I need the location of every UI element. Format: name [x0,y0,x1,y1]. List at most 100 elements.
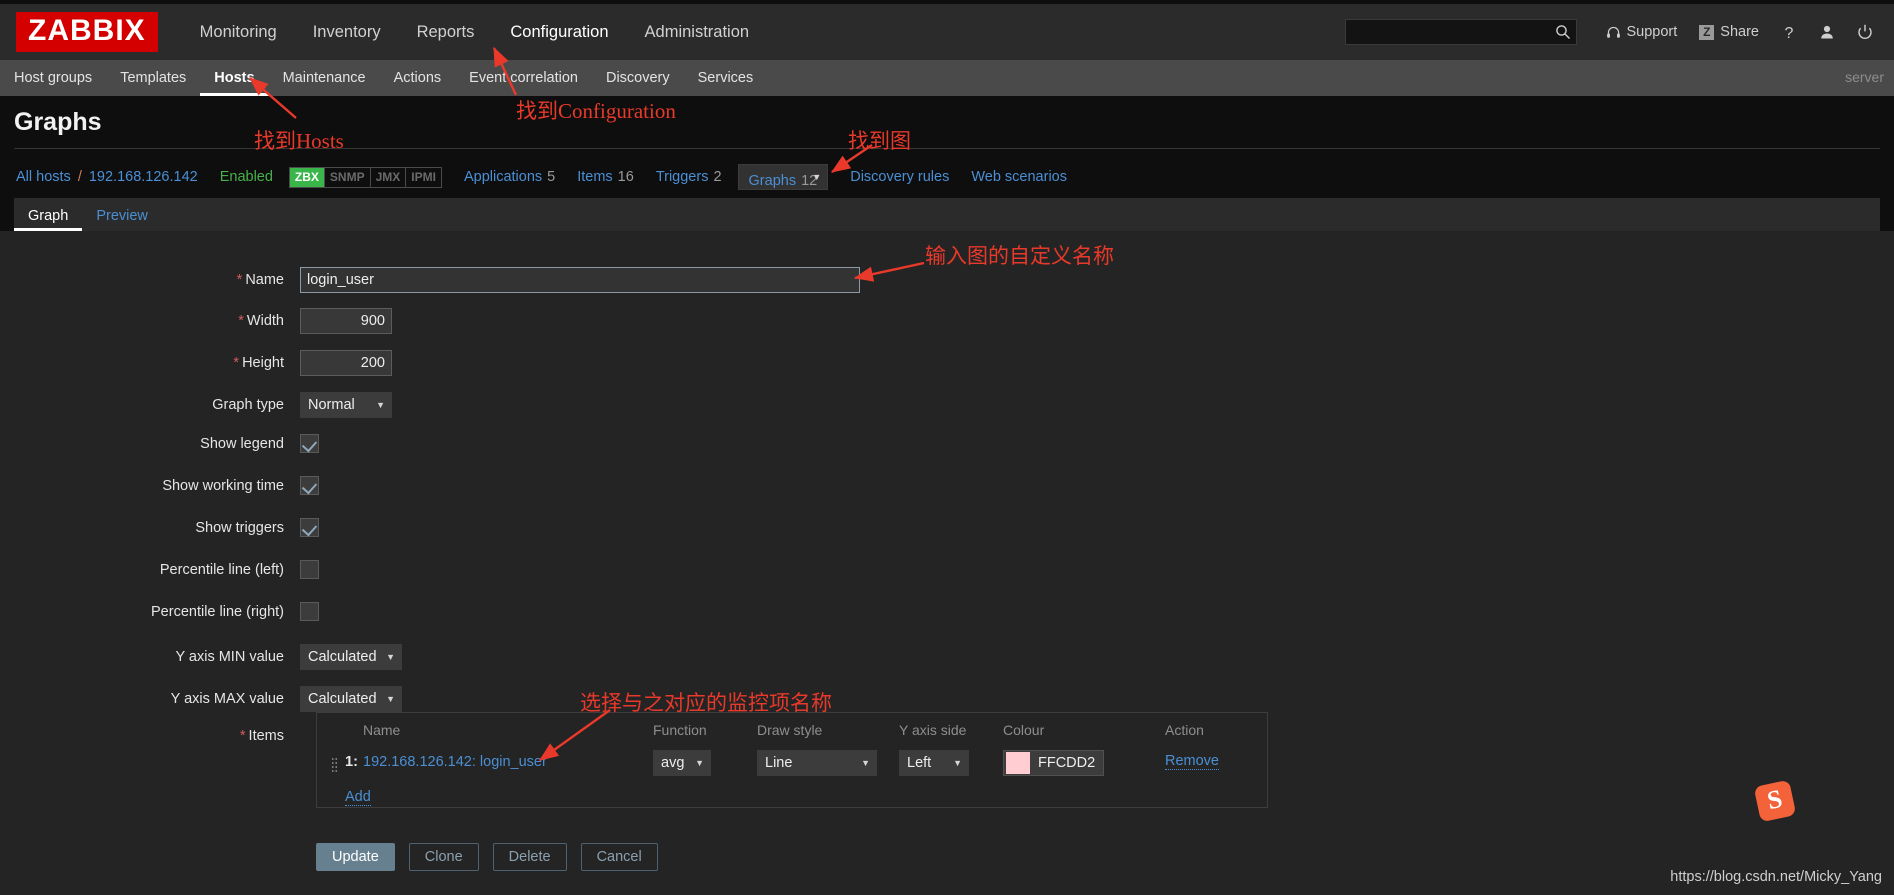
item-remove-link[interactable]: Remove [1165,753,1219,770]
entity-tab-applications[interactable]: Applications5 [464,169,555,185]
item-index: 1: [345,754,358,770]
label-percentile-right: Percentile line (right) [0,604,300,620]
graph-type-select[interactable]: Normal [300,392,392,418]
breadcrumb-all-hosts[interactable]: All hosts [16,169,71,185]
field-row-percentile-left: Percentile line (left) [0,560,319,579]
menu-item-inventory[interactable]: Inventory [295,4,399,60]
table-row: 1: 192.168.126.142: login_user avg Line … [317,749,1267,783]
blog-watermark: https://blog.csdn.net/Micky_Yang [1670,869,1882,885]
label-items: *Items [0,728,300,744]
top-header-bar: ZABBIX Monitoring Inventory Reports Conf… [0,4,1894,60]
user-profile-button[interactable] [1808,24,1846,40]
menu-item-administration[interactable]: Administration [627,4,768,60]
menu-item-monitoring[interactable]: Monitoring [182,4,295,60]
y-axis-min-select[interactable]: Calculated [300,644,402,670]
subnav-hosts[interactable]: Hosts [200,60,268,96]
protocol-badges: ZBX SNMP JMX IPMI [289,167,442,188]
zabbix-logo[interactable]: ZABBIX [16,12,158,52]
entity-tab-graphs[interactable]: Graphs12 [738,164,829,190]
share-link[interactable]: Z Share [1688,24,1770,40]
sub-navigation-bar: Host groups Templates Hosts Maintenance … [0,60,1894,96]
menu-item-reports[interactable]: Reports [399,4,493,60]
subnav-templates[interactable]: Templates [106,60,200,96]
subnav-event-correlation[interactable]: Event correlation [455,60,592,96]
items-table: Name Function Draw style Y axis side Col… [316,712,1268,808]
annotation-graph: 找到图 [848,125,911,155]
breadcrumb-host[interactable]: 192.168.126.142 [89,169,198,185]
show-working-time-checkbox[interactable] [300,476,319,495]
subnav-host-groups[interactable]: Host groups [0,60,106,96]
support-link[interactable]: Support [1595,24,1689,40]
drag-handle-icon[interactable] [331,757,338,773]
headset-icon [1606,25,1621,40]
items-col-header-function: Function [653,722,707,738]
entity-tab-items-count: 16 [618,169,634,185]
item-y-axis-side-select[interactable]: Left [899,750,969,776]
power-icon [1857,24,1873,40]
field-row-height: *Height [0,350,392,376]
name-input[interactable] [300,267,860,293]
entity-tab-triggers[interactable]: Triggers2 [656,169,722,185]
sogou-input-logo: S [1754,780,1797,823]
show-triggers-checkbox[interactable] [300,518,319,537]
protocol-jmx: JMX [371,168,407,187]
label-percentile-left: Percentile line (left) [0,562,300,578]
field-row-items-label: *Items [0,728,300,744]
colour-value: FFCDD2 [1038,755,1095,771]
subnav-discovery[interactable]: Discovery [592,60,684,96]
item-draw-style-select[interactable]: Line [757,750,877,776]
subnav-maintenance[interactable]: Maintenance [269,60,380,96]
y-axis-max-select[interactable]: Calculated [300,686,402,712]
field-row-name: *Name [0,267,860,293]
annotation-select-item: 选择与之对应的监控项名称 [580,687,832,717]
label-y-axis-max: Y axis MAX value [0,691,300,707]
entity-tab-triggers-count: 2 [713,169,721,185]
field-row-show-legend: Show legend [0,434,319,453]
field-row-width: *Width [0,308,392,334]
search-input[interactable] [1346,20,1576,44]
header-right-tools: Support Z Share ? [1345,4,1885,60]
delete-button[interactable]: Delete [493,843,567,871]
global-search[interactable] [1345,19,1577,45]
label-show-triggers: Show triggers [0,520,300,536]
help-button[interactable]: ? [1770,24,1808,41]
tab-preview[interactable]: Preview [82,208,162,231]
required-marker-height: * [233,355,239,371]
height-input[interactable] [300,350,392,376]
entity-tab-applications-label: Applications [464,169,542,185]
entity-tab-graphs-label: Graphs [749,173,797,189]
subnav-services[interactable]: Services [684,60,768,96]
width-input[interactable] [300,308,392,334]
update-button[interactable]: Update [316,843,395,871]
subnav-actions[interactable]: Actions [380,60,456,96]
percentile-left-checkbox[interactable] [300,560,319,579]
sign-out-button[interactable] [1846,24,1884,40]
colour-swatch [1006,752,1030,774]
items-col-header-colour: Colour [1003,722,1044,738]
user-icon [1819,24,1835,40]
breadcrumb: All hosts / 192.168.126.142 Enabled ZBX … [16,164,1067,190]
label-y-axis-min: Y axis MIN value [0,649,300,665]
items-add-link[interactable]: Add [345,789,371,806]
entity-tab-discovery-rules[interactable]: Discovery rules [850,169,949,185]
item-colour-picker[interactable]: FFCDD2 [1003,750,1104,776]
main-navigation: Monitoring Inventory Reports Configurati… [182,4,767,60]
clone-button[interactable]: Clone [409,843,479,871]
percentile-right-checkbox[interactable] [300,602,319,621]
item-name-link[interactable]: 192.168.126.142: login_user [363,754,547,770]
required-marker-name: * [237,272,243,288]
required-marker-items: * [240,728,246,744]
tab-graph[interactable]: Graph [14,208,82,231]
show-legend-checkbox[interactable] [300,434,319,453]
share-label: Share [1720,24,1759,40]
entity-tab-items-label: Items [577,169,612,185]
entity-tab-graphs-count: 12 [801,173,817,189]
field-row-y-axis-max: Y axis MAX value Calculated [0,686,402,712]
menu-item-configuration[interactable]: Configuration [492,4,626,60]
entity-tab-web-scenarios[interactable]: Web scenarios [971,169,1067,185]
field-row-show-working-time: Show working time [0,476,319,495]
support-label: Support [1627,24,1678,40]
cancel-button[interactable]: Cancel [581,843,658,871]
item-function-select[interactable]: avg [653,750,711,776]
entity-tab-items[interactable]: Items 16 [577,169,634,185]
